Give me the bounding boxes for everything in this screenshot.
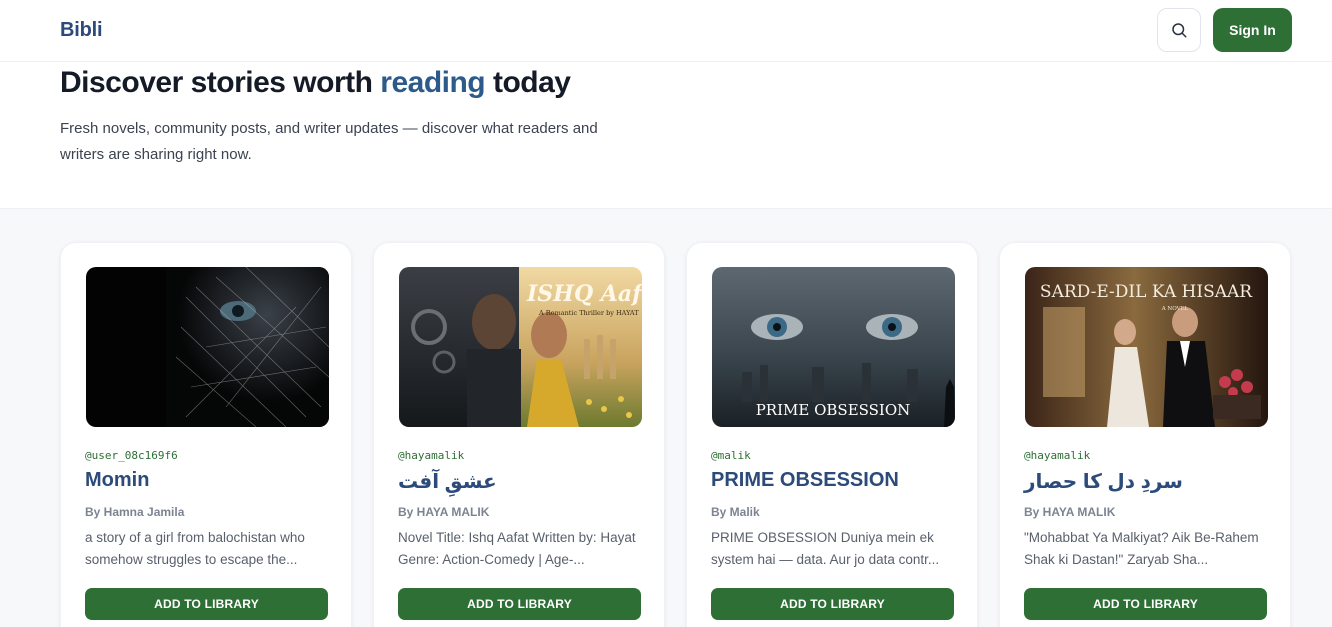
title-accent-word: reading [380,66,486,99]
add-to-library-button[interactable]: ADD TO LIBRARY [398,588,641,620]
author-handle[interactable]: @malik [711,449,751,462]
story-title[interactable]: PRIME OBSESSION [711,469,899,492]
author-handle[interactable]: @hayamalik [1024,449,1090,462]
story-author: By Hamna Jamila [85,505,185,519]
site-logo[interactable]: Bibli [60,19,103,42]
story-author: By Malik [711,505,760,519]
story-card[interactable]: ISHQ Aafat A Romantic Thriller by HAYAT … [373,242,665,627]
sign-in-button[interactable]: Sign In [1213,8,1292,52]
story-card[interactable]: PRIME OBSESSION @malik PRIME OBSESSION B… [686,242,978,627]
story-cover-image[interactable] [86,267,329,427]
story-title[interactable]: Momin [85,469,149,492]
story-cover-image[interactable]: PRIME OBSESSION [712,267,955,427]
cover-subtitle-text: A NOVEL [1161,306,1189,312]
story-description: "Mohabbat Ya Malkiyat? Aik Be-Rahem Shak… [1024,530,1259,567]
author-handle[interactable]: @hayamalik [398,449,464,462]
story-card[interactable]: @user_08c169f6 Momin By Hamna Jamila a s… [60,242,352,627]
add-to-library-button[interactable]: ADD TO LIBRARY [711,588,954,620]
search-icon [1172,23,1187,38]
story-author: By HAYA MALIK [398,505,490,519]
add-to-library-button[interactable]: ADD TO LIBRARY [85,588,328,620]
story-description: PRIME OBSESSION Duniya mein ek system ha… [711,530,940,567]
cover-title-text: ISHQ Aafat [526,281,642,307]
title-part-before: Discover stories worth [60,66,381,99]
page-subtitle: Fresh novels, community posts, and write… [60,120,598,163]
story-title[interactable]: سردِ دل کا حصار [1024,469,1183,494]
story-description: a story of a girl from balochistan who s… [85,530,305,567]
story-cover-image[interactable]: SARD-E-DIL KA HISAAR A NOVEL [1025,267,1268,427]
cover-subtitle-text: A Romantic Thriller by HAYAT [538,309,639,317]
story-cover-image[interactable]: ISHQ Aafat A Romantic Thriller by HAYAT [399,267,642,427]
cover-title-text: PRIME OBSESSION [756,401,911,419]
story-author: By HAYA MALIK [1024,505,1116,519]
page-title: Discover stories worth reading today [60,66,571,100]
story-card[interactable]: SARD-E-DIL KA HISAAR A NOVEL @hayamalik … [999,242,1291,627]
search-button[interactable] [1157,8,1201,52]
story-title[interactable]: عشقِ آفت [398,469,497,494]
top-navbar: Bibli Sign In [0,0,1332,62]
story-description: Novel Title: Ishq Aafat Written by: Haya… [398,530,636,567]
title-part-after: today [485,66,571,99]
author-handle[interactable]: @user_08c169f6 [85,449,178,462]
cover-title-text: SARD-E-DIL KA HISAAR [1040,282,1253,302]
add-to-library-button[interactable]: ADD TO LIBRARY [1024,588,1267,620]
